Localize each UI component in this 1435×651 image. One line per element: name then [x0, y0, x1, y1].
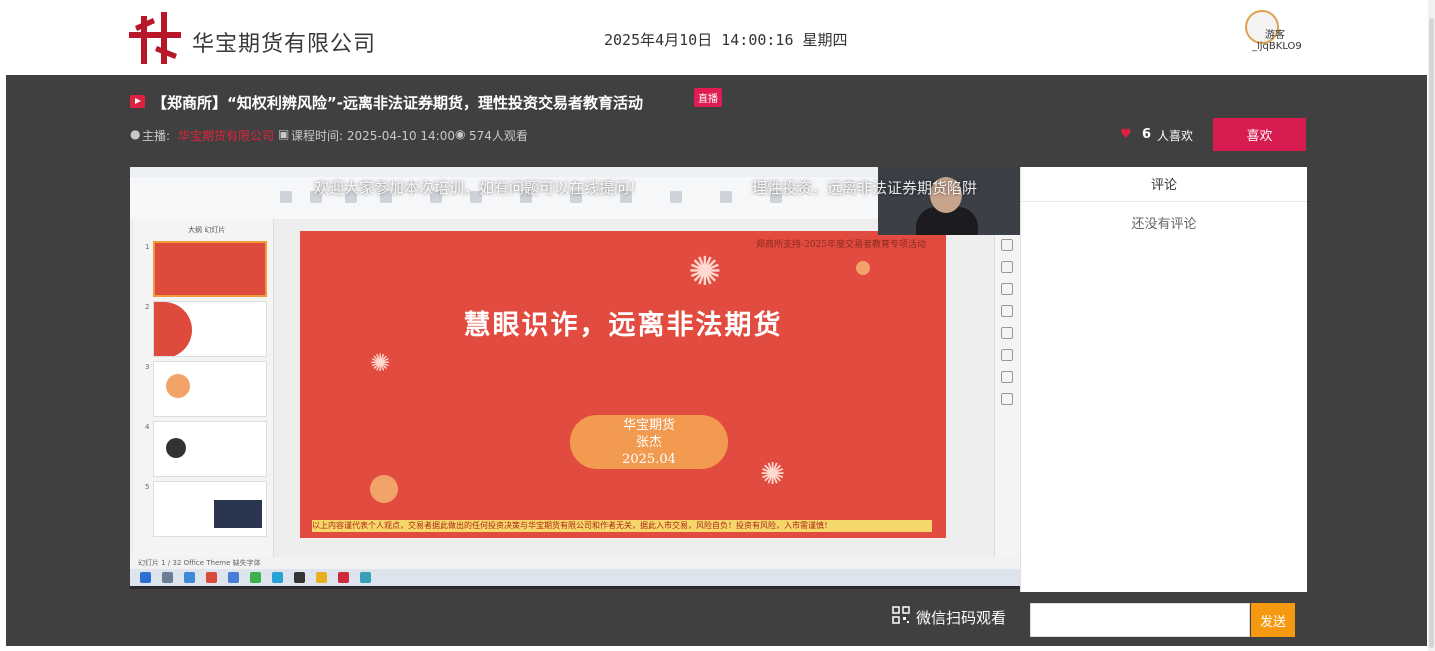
comments-empty-state: 还没有评论: [1131, 217, 1197, 232]
wps-right-toolbar: [994, 219, 1020, 557]
toolbar-icon: [1001, 371, 1013, 383]
taskbar-app-icon: [162, 572, 173, 583]
toolbar-icon: [1001, 283, 1013, 295]
windows-start-icon: [140, 572, 151, 583]
comments-panel: 评论 还没有评论: [1020, 167, 1307, 592]
wechat-scan-label[interactable]: 微信扫码观看: [916, 607, 1006, 628]
comments-title: 评论: [1021, 167, 1307, 202]
pill-line: 张杰: [635, 435, 662, 450]
wps-workspace: 大纲 幻灯片 1 2 3 4 5 郑商所支持-2025年度交易者教育专项活动 ✺: [130, 219, 1020, 557]
slide-thumbnail: [153, 301, 267, 357]
slide-thumbnail: [153, 421, 267, 477]
presentation-slide: 郑商所支持-2025年度交易者教育专项活动 ✺ ✺ ✺ 慧眼识诈，远离非法期货 …: [300, 231, 946, 538]
company-logo-icon: [129, 12, 181, 64]
slide-presenter-pill: 华宝期货 张杰 2025.04: [570, 415, 728, 469]
taskbar-app-icon: [250, 572, 261, 583]
slide-footer-disclaimer: 以上内容谨代表个人观点，交易者据此做出的任何投资决策与华宝期货有限公司和作者无关…: [312, 520, 932, 532]
taskbar-app-icon: [206, 572, 217, 583]
thumb-number: 4: [145, 423, 150, 431]
toolbar-icon: [670, 191, 682, 203]
slide-title: 慧眼识诈，远离非法期货: [463, 310, 783, 341]
avatar-label: 游客: [1265, 30, 1285, 41]
host-icon: ●: [130, 127, 141, 141]
taskbar-app-icon: [228, 572, 239, 583]
toolbar-icon: [1001, 261, 1013, 273]
pill-line: 2025.04: [622, 452, 676, 467]
firework-icon: ✺: [370, 349, 391, 377]
video-player[interactable]: 大纲 幻灯片 1 2 3 4 5 郑商所支持-2025年度交易者教育专项活动 ✺: [130, 167, 1020, 589]
decor-ball: [856, 261, 870, 275]
live-badge: 直播: [694, 88, 722, 107]
thumb-number: 5: [145, 483, 150, 491]
windows-taskbar: [130, 569, 1020, 586]
toolbar-icon: [1001, 327, 1013, 339]
host-label: 主播:: [142, 129, 171, 143]
live-title: 【郑商所】“知权利辨风险”-远离非法证券期货，理性投资交易者教育活动: [152, 94, 643, 112]
wps-status-text: 幻灯片 1 / 32 Office Theme 缺失字体: [138, 559, 261, 567]
taskbar-app-icon: [316, 572, 327, 583]
viewer-count: 574人观看: [469, 129, 528, 143]
company-name: 华宝期货有限公司: [192, 32, 377, 57]
taskbar-app-icon: [338, 572, 349, 583]
toolbar-icon: [1001, 349, 1013, 361]
taskbar-app-icon: [360, 572, 371, 583]
top-header: 华宝期货有限公司 2025年4月10日 14:00:16 星期四 游客 _ljq…: [6, 0, 1427, 75]
firework-icon: ✺: [688, 249, 722, 295]
toolbar-icon: [1001, 239, 1013, 251]
calendar-icon: ▣: [278, 127, 290, 141]
slide-header: 郑商所支持-2025年度交易者教育专项活动: [756, 240, 926, 250]
like-unit: 人喜欢: [1157, 129, 1194, 143]
taskbar-app-icon: [184, 572, 195, 583]
user-id: _ljqBKLO9: [1252, 41, 1302, 52]
pill-line: 华宝期货: [622, 418, 675, 433]
slide-thumbnails: 大纲 幻灯片 1 2 3 4 5: [133, 219, 274, 557]
live-video-icon: [130, 95, 145, 108]
slide-thumbnail: [153, 481, 267, 537]
toolbar-icon: [1001, 305, 1013, 317]
comment-input[interactable]: [1030, 603, 1250, 637]
qr-code-icon[interactable]: [892, 606, 910, 624]
course-time: 课程时间: 2025-04-10 14:00: [291, 129, 455, 143]
eye-icon: ◉: [455, 127, 466, 141]
thumbs-tabs: 大纲 幻灯片: [188, 226, 226, 234]
thumb-number: 1: [145, 243, 150, 251]
send-button[interactable]: 发送: [1251, 603, 1295, 637]
wps-statusbar: 幻灯片 1 / 32 Office Theme 缺失字体: [130, 557, 1020, 569]
page-scrollbar-thumb[interactable]: [1429, 18, 1434, 648]
taskbar-app-icon: [272, 572, 283, 583]
firework-icon: ✺: [760, 457, 786, 492]
slide-thumbnail: [153, 361, 267, 417]
like-button[interactable]: 喜欢: [1213, 118, 1306, 151]
host-name[interactable]: 华宝期货有限公司: [178, 127, 274, 144]
marquee-slogan: 理性投资，远离非法证券期货陷阱: [752, 179, 978, 197]
slide-thumbnail: [153, 241, 267, 297]
toolbar-icon: [1001, 393, 1013, 405]
thumb-number: 2: [145, 303, 150, 311]
current-datetime: 2025年4月10日 14:00:16 星期四: [604, 31, 848, 49]
thumb-number: 3: [145, 363, 150, 371]
decor-ball: [370, 475, 398, 503]
marquee-welcome: 欢迎大家参加本次培训，如有问题可以在线提问！: [314, 179, 645, 197]
taskbar-app-icon: [294, 572, 305, 583]
toolbar-icon: [280, 191, 292, 203]
toolbar-icon: [720, 191, 732, 203]
like-count: 6: [1142, 127, 1152, 142]
heart-icon: ♥: [1120, 127, 1132, 142]
